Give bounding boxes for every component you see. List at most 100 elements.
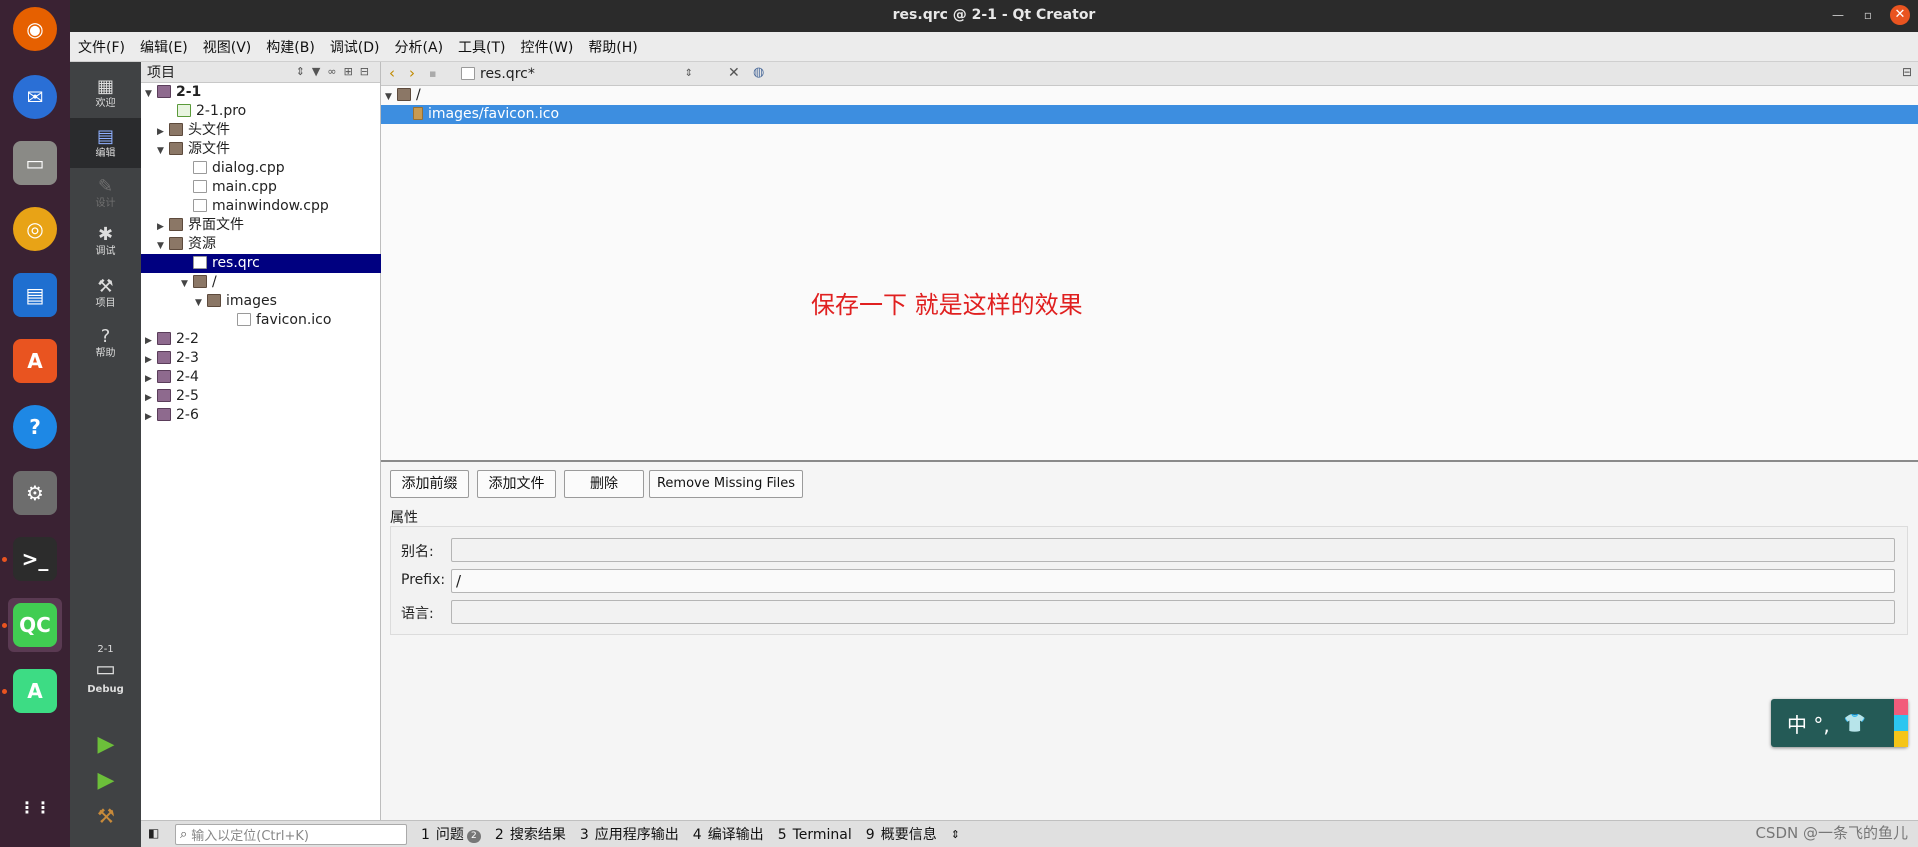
remove-button[interactable]: 删除 [564, 470, 644, 498]
menu-item[interactable]: 工具(T) [458, 37, 505, 57]
mode-label: 调试 [95, 246, 116, 257]
back-arrow-icon[interactable]: ‹ [389, 64, 395, 82]
toggle-sidebar-icon[interactable]: ◧ [148, 826, 159, 840]
output-pane-button[interactable]: 9 概要信息 [866, 827, 937, 843]
tree-item[interactable]: ▶ 2-6 [141, 406, 381, 425]
dock-rhythmbox-icon[interactable]: ◎ [8, 202, 62, 256]
sidebar-title[interactable]: 项目 [147, 62, 175, 82]
tree-item[interactable]: 2-1.pro [141, 102, 381, 121]
tree-item[interactable]: dialog.cpp [141, 159, 381, 178]
mode-bug[interactable]: ✱ 调试 [70, 216, 141, 266]
grid-icon: ▦ [96, 76, 114, 97]
resource-tree-item[interactable]: images/favicon.ico [381, 105, 1918, 124]
document-selector[interactable]: res.qrc* ⇕ [461, 64, 701, 84]
folder-icon [193, 275, 207, 288]
dock-terminal-icon[interactable]: >_ [8, 532, 62, 586]
dock-qt-creator-icon[interactable]: QC [8, 598, 62, 652]
add-files-button[interactable]: 添加文件 [477, 470, 556, 498]
tree-item[interactable]: ▶ 界面文件 [141, 216, 381, 235]
mode-edit[interactable]: ▤ 编辑 [70, 118, 141, 168]
mode-wrench[interactable]: ⚒ 项目 [70, 268, 141, 318]
resource-editor: ▼ / images/favicon.ico 保存一下 就是这样的效果 [381, 86, 1918, 461]
properties-group: 别名: Prefix: / 语言: [390, 526, 1908, 635]
close-pane-icon[interactable]: ⊟ [360, 65, 376, 78]
alias-field[interactable] [451, 538, 1895, 562]
menu-item[interactable]: 视图(V) [203, 37, 252, 57]
editor-toolbar: ‹ › ▪ res.qrc* ⇕ ✕ ◍ ⊟ [381, 62, 1918, 86]
filter-icon[interactable]: ▼ [312, 65, 327, 78]
tree-item[interactable]: favicon.ico [141, 311, 381, 330]
sort-icon[interactable]: ⇕ [296, 65, 312, 78]
tree-item[interactable]: ▼ 2-1 [141, 83, 381, 102]
dock-android-studio-icon[interactable]: A [8, 664, 62, 718]
locator-input[interactable]: ⌕ 输入以定位(Ctrl+K) [175, 823, 407, 845]
output-pane-button[interactable]: 1 问题 2 [421, 827, 481, 843]
close-icon[interactable]: ✕ [1890, 5, 1910, 25]
tree-item[interactable]: res.qrc [141, 254, 381, 273]
run-icon[interactable]: ▶ [92, 732, 120, 760]
minimize-icon[interactable]: — [1832, 8, 1844, 22]
dock-files-icon[interactable]: ▭ [8, 136, 62, 190]
tree-item[interactable]: main.cpp [141, 178, 381, 197]
shirt-icon[interactable]: 👕 [1844, 713, 1866, 734]
tree-item[interactable]: ▼ images [141, 292, 381, 311]
tree-item[interactable]: ▶ 2-3 [141, 349, 381, 368]
add-prefix-button[interactable]: 添加前缀 [390, 470, 469, 498]
wrench-icon: ⚒ [97, 276, 114, 297]
mode-grid[interactable]: ▦ 欢迎 [70, 68, 141, 118]
mode-label: 帮助 [95, 348, 116, 359]
split-icon[interactable]: ⊞ [344, 65, 360, 78]
dock-writer-icon[interactable]: ▤ [8, 268, 62, 322]
maximize-icon[interactable]: ▫ [1864, 8, 1872, 22]
project-icon [157, 332, 171, 345]
tree-item[interactable]: ▼ / [141, 273, 381, 292]
menu-item[interactable]: 控件(W) [521, 37, 574, 57]
menu-item[interactable]: 帮助(H) [588, 37, 637, 57]
close-document-icon[interactable]: ✕ [728, 65, 740, 81]
tree-item[interactable]: ▶ 2-2 [141, 330, 381, 349]
monitor-icon[interactable]: ▭ [70, 657, 141, 682]
language-field[interactable] [451, 600, 1895, 624]
output-pane-button[interactable]: 5 Terminal [778, 827, 852, 843]
split-editor-icon[interactable]: ⊟ [1902, 65, 1912, 79]
tree-item[interactable]: ▼ 资源 [141, 235, 381, 254]
pro-icon [177, 104, 191, 117]
remove-missing-files-button[interactable]: Remove Missing Files [649, 470, 803, 498]
dock-firefox-icon[interactable]: ◉ [8, 2, 62, 56]
doc-icon [193, 180, 207, 193]
tree-item-label: 2-3 [176, 350, 199, 366]
dock-show-apps-icon[interactable]: ⋮⋮ [8, 780, 62, 834]
tree-item[interactable]: ▶ 2-4 [141, 368, 381, 387]
mode-help[interactable]: ? 帮助 [70, 318, 141, 368]
link-icon[interactable]: ∞ [327, 65, 343, 78]
build-hammer-icon[interactable]: ⚒ [92, 804, 120, 832]
document-name: res.qrc* [480, 66, 535, 82]
mode-pencil[interactable]: ✎ 设计 [70, 168, 141, 218]
output-pane-button[interactable]: 3 应用程序输出 [580, 827, 679, 843]
expand-arrow-icon[interactable]: ▶ [145, 408, 157, 427]
menu-item[interactable]: 调试(D) [330, 37, 380, 57]
output-pane-button[interactable]: 2 搜索结果 [495, 827, 566, 843]
dock-help-icon[interactable]: ? [8, 400, 62, 454]
menu-item[interactable]: 构建(B) [266, 37, 315, 57]
prefix-field[interactable]: / [451, 569, 1895, 593]
globe-icon[interactable]: ◍ [753, 65, 764, 80]
pane-menu-arrows-icon[interactable]: ⇕ [951, 828, 960, 841]
output-pane-button[interactable]: 4 编译输出 [693, 827, 764, 843]
menu-item[interactable]: 文件(F) [78, 37, 125, 57]
ime-toolbar[interactable]: 中 °, 👕 [1771, 699, 1908, 747]
dock-settings-icon[interactable]: ⚙ [8, 466, 62, 520]
menu-item[interactable]: 分析(A) [395, 37, 444, 57]
tree-item[interactable]: ▶ 头文件 [141, 121, 381, 140]
menu-item[interactable]: 编辑(E) [140, 37, 188, 57]
debug-run-icon[interactable]: ▶ [92, 768, 120, 796]
tree-item[interactable]: ▶ 2-5 [141, 387, 381, 406]
file-icon [413, 107, 423, 120]
tree-item[interactable]: mainwindow.cpp [141, 197, 381, 216]
resource-tree-item[interactable]: ▼ / [381, 86, 1918, 105]
annotation-text: 保存一下 就是这样的效果 [811, 291, 1083, 319]
dock-app-center-icon[interactable]: A [8, 334, 62, 388]
dock-thunderbird-icon[interactable]: ✉ [8, 70, 62, 124]
tree-item[interactable]: ▼ 源文件 [141, 140, 381, 159]
forward-arrow-icon[interactable]: › [409, 64, 415, 82]
